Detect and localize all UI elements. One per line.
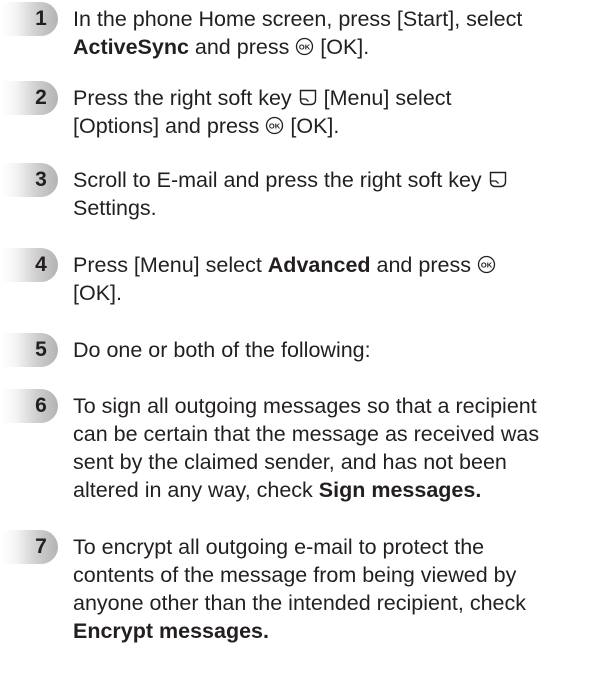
step-line: Settings. [73,194,588,222]
step-line-text: altered in any way, check [73,478,319,502]
step-line: Press [Menu] select Advanced and press O… [73,251,588,279]
step-text: In the phone Home screen, press [Start],… [73,5,588,61]
step-line-text: [OK]. [284,114,340,138]
step-number-badge: 2 [2,81,58,115]
step-line: [Options] and press OK [OK]. [73,112,588,140]
right-soft-key-icon [488,170,508,189]
step-line-text: Press [Menu] select [73,253,268,277]
step-line: sent by the claimed sender, and has not … [73,448,588,476]
ok-key-icon: OK [265,116,284,135]
step-number-badge: 3 [2,163,58,197]
step-emphasis-text: Sign messages. [318,478,482,502]
step-line: can be certain that the message as recei… [73,420,588,448]
step-line: Press the right soft key [Menu] select [73,84,588,112]
step-line-text: contents of the message from being viewe… [73,563,517,587]
step-line-text: [Options] and press [73,114,266,138]
step-number: 7 [35,535,47,558]
step-line: altered in any way, check Sign messages. [73,476,588,504]
step-emphasis-text: Encrypt messages. [73,619,269,643]
step-line-text: Do one or both of the following: [73,338,371,362]
step-line-text: In the phone Home screen, press [Start],… [73,7,523,31]
step-line: Encrypt messages. [73,617,588,645]
step-text: Scroll to E-mail and press the right sof… [73,166,588,222]
svg-text:OK: OK [299,42,311,51]
step-line: contents of the message from being viewe… [73,561,588,589]
step-number: 4 [35,253,47,276]
step-line: To encrypt all outgoing e-mail to protec… [73,533,588,561]
step-line-text: Scroll to E-mail and press the right sof… [73,168,488,192]
step-line-text: anyone other than the intended recipient… [73,591,527,615]
step-number-badge: 1 [2,2,58,36]
step-line-text: [OK]. [73,281,122,305]
ok-key-icon: OK [295,37,314,56]
step-text: Press [Menu] select Advanced and press O… [73,251,588,307]
step-line: ActiveSync and press OK [OK]. [73,33,588,61]
step-line: To sign all outgoing messages so that a … [73,392,588,420]
step-number-badge: 6 [2,389,58,423]
step-line: Scroll to E-mail and press the right sof… [73,166,588,194]
step-number-badge: 4 [2,248,58,282]
step-line-text: can be certain that the message as recei… [73,422,540,446]
step-number-badge: 5 [2,333,58,367]
step-line-text: Press the right soft key [73,86,298,110]
svg-text:OK: OK [269,121,281,130]
step-text: Press the right soft key [Menu] select [… [73,84,588,140]
ok-key-icon: OK [477,255,496,274]
step-line-text: Settings. [73,196,157,220]
step-number: 3 [35,168,47,191]
step-text: To encrypt all outgoing e-mail to protec… [73,533,588,645]
step-number: 5 [35,338,47,361]
step-line-text: [Menu] select [317,86,452,110]
step-number: 2 [35,86,47,109]
svg-text:OK: OK [481,260,493,269]
step-emphasis-text: ActiveSync [73,35,189,59]
step-number-badge: 7 [2,530,58,564]
step-text: To sign all outgoing messages so that a … [73,392,588,504]
step-line-text: and press [370,253,477,277]
step-line: Do one or both of the following: [73,336,588,364]
step-line-text: sent by the claimed sender, and has not … [73,450,507,474]
step-line: anyone other than the intended recipient… [73,589,588,617]
step-line: [OK]. [73,279,588,307]
step-line-text: To sign all outgoing messages so that a … [73,394,537,418]
right-soft-key-icon [298,88,318,107]
step-line-text: [OK]. [314,35,370,59]
step-text: Do one or both of the following: [73,336,588,364]
step-line-text: To encrypt all outgoing e-mail to protec… [73,535,485,559]
step-number: 6 [35,394,47,417]
step-emphasis-text: Advanced [267,253,371,277]
step-line-text: and press [188,35,296,59]
step-line: In the phone Home screen, press [Start],… [73,5,588,33]
step-number: 1 [35,7,47,30]
